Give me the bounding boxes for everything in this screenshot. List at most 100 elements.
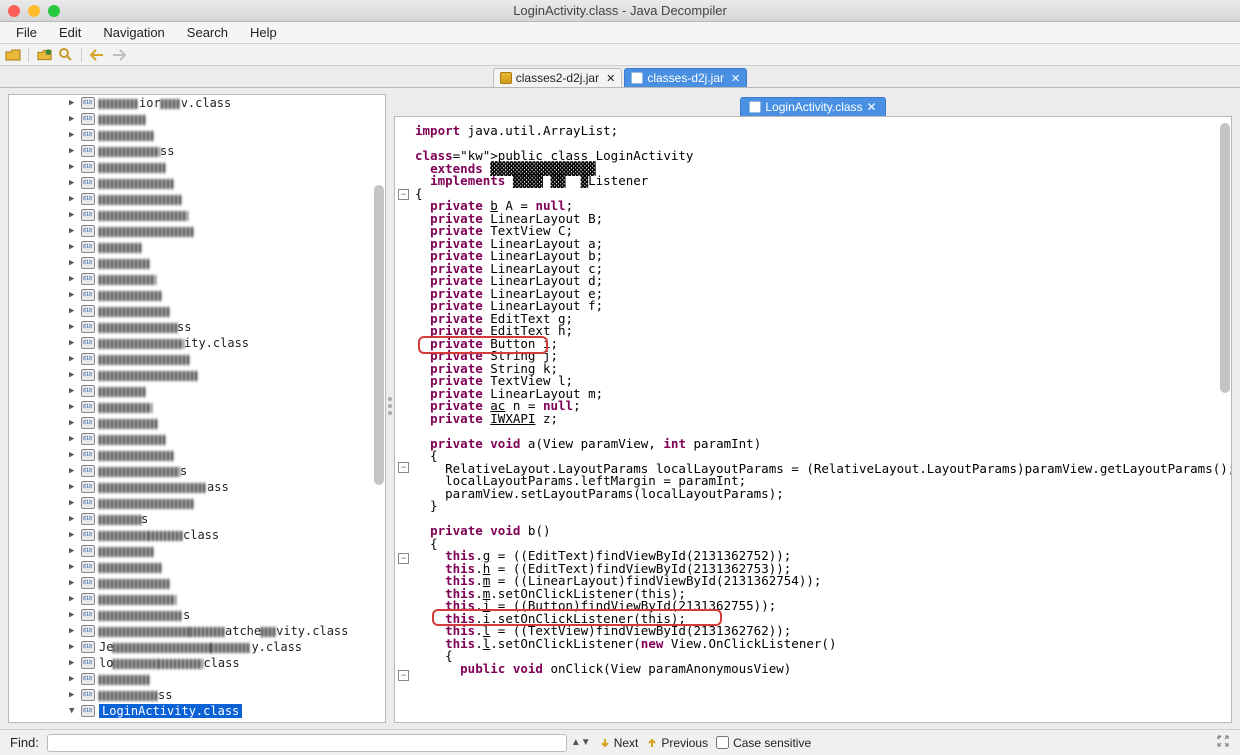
- tree-item[interactable]: ▶: [9, 271, 385, 287]
- tree-item[interactable]: ▶Jey.class: [9, 639, 385, 655]
- tree-item[interactable]: ▶: [9, 575, 385, 591]
- close-icon[interactable]: ✕: [606, 72, 615, 85]
- tree-item[interactable]: ▶: [9, 543, 385, 559]
- expand-arrow-icon[interactable]: ▶: [69, 658, 77, 668]
- expand-arrow-icon[interactable]: ▶: [69, 210, 77, 220]
- fold-toggle[interactable]: −: [398, 553, 409, 564]
- tree-item[interactable]: ▶ass: [9, 479, 385, 495]
- fold-toggle[interactable]: −: [398, 670, 409, 681]
- tree-item[interactable]: ▶loclass: [9, 655, 385, 671]
- tree-item[interactable]: ▶iorv.class: [9, 95, 385, 111]
- expand-arrow-icon[interactable]: ▶: [69, 242, 77, 252]
- package-tree[interactable]: ▶iorv.class▶▶▶ss▶▶▶▶▶▶▶▶▶▶▶ss▶ity.class▶…: [8, 94, 386, 723]
- menu-navigation[interactable]: Navigation: [93, 23, 174, 42]
- code-editor[interactable]: import java.util.ArrayList; class="kw">p…: [394, 116, 1232, 723]
- tree-item[interactable]: ▶: [9, 255, 385, 271]
- tree-item[interactable]: ▶: [9, 207, 385, 223]
- tree-item[interactable]: ▶s: [9, 607, 385, 623]
- expand-arrow-icon[interactable]: ▶: [69, 562, 77, 572]
- code-scrollbar[interactable]: [1220, 123, 1230, 393]
- expand-arrow-icon[interactable]: ▶: [69, 626, 77, 636]
- tree-item[interactable]: ▶: [9, 367, 385, 383]
- tree-item[interactable]: ▶ss: [9, 319, 385, 335]
- tree-item[interactable]: ▶: [9, 127, 385, 143]
- menu-search[interactable]: Search: [177, 23, 238, 42]
- menu-file[interactable]: File: [6, 23, 47, 42]
- tree-item[interactable]: ▶: [9, 223, 385, 239]
- jar-tab-classes2[interactable]: classes2-d2j.jar ✕: [493, 68, 623, 87]
- tree-item[interactable]: ▶ity.class: [9, 335, 385, 351]
- tree-item[interactable]: ▶: [9, 415, 385, 431]
- expand-arrow-icon[interactable]: ▶: [69, 594, 77, 604]
- expand-arrow-icon[interactable]: ▶: [69, 354, 77, 364]
- expand-arrow-icon[interactable]: ▶: [69, 98, 77, 108]
- source-code[interactable]: import java.util.ArrayList; class="kw">p…: [395, 117, 1231, 683]
- expand-arrow-icon[interactable]: ▶: [69, 498, 77, 508]
- expand-arrow-icon[interactable]: ▶: [69, 178, 77, 188]
- expand-arrow-icon[interactable]: ▶: [69, 226, 77, 236]
- tree-scrollbar[interactable]: [374, 185, 384, 485]
- search-icon[interactable]: [57, 46, 75, 64]
- tree-item[interactable]: ▶s: [9, 511, 385, 527]
- tree-item[interactable]: ▶: [9, 431, 385, 447]
- case-sensitive-toggle[interactable]: Case sensitive: [716, 736, 811, 750]
- expand-arrow-icon[interactable]: ▶: [69, 546, 77, 556]
- expand-arrow-icon[interactable]: ▶: [69, 386, 77, 396]
- expand-icon[interactable]: [1216, 734, 1230, 751]
- tree-item[interactable]: ▶: [9, 591, 385, 607]
- close-window-button[interactable]: [8, 5, 20, 17]
- minimize-window-button[interactable]: [28, 5, 40, 17]
- expand-arrow-icon[interactable]: ▶: [69, 322, 77, 332]
- tree-item[interactable]: ▶: [9, 111, 385, 127]
- find-next-button[interactable]: Next: [599, 736, 639, 750]
- expand-arrow-icon[interactable]: ▶: [69, 642, 77, 652]
- tree-item[interactable]: ▶atchevity.class: [9, 623, 385, 639]
- expand-arrow-icon[interactable]: ▶: [69, 466, 77, 476]
- find-input[interactable]: [47, 734, 567, 752]
- tree-item[interactable]: ▶ss: [9, 687, 385, 703]
- tree-item[interactable]: ▶: [9, 447, 385, 463]
- tree-item-selected[interactable]: ▼LoginActivity.class: [9, 703, 385, 719]
- expand-arrow-icon[interactable]: ▶: [69, 162, 77, 172]
- find-previous-button[interactable]: Previous: [646, 736, 708, 750]
- tree-item[interactable]: ▶: [9, 175, 385, 191]
- fold-toggle[interactable]: −: [398, 189, 409, 200]
- expand-arrow-icon[interactable]: ▶: [69, 194, 77, 204]
- fold-toggle[interactable]: −: [398, 462, 409, 473]
- expand-arrow-icon[interactable]: ▶: [69, 690, 77, 700]
- expand-arrow-icon[interactable]: ▶: [69, 418, 77, 428]
- close-icon[interactable]: ✕: [867, 100, 877, 114]
- tree-item[interactable]: ▶class: [9, 527, 385, 543]
- tree-item[interactable]: ▶: [9, 383, 385, 399]
- expand-arrow-icon[interactable]: ▶: [69, 114, 77, 124]
- menu-help[interactable]: Help: [240, 23, 287, 42]
- expand-arrow-icon[interactable]: ▶: [69, 674, 77, 684]
- expand-arrow-icon[interactable]: ▶: [69, 578, 77, 588]
- expand-arrow-icon[interactable]: ▶: [69, 130, 77, 140]
- tree-item[interactable]: ▶: [9, 159, 385, 175]
- expand-arrow-icon[interactable]: ▶: [69, 258, 77, 268]
- expand-arrow-icon[interactable]: ▶: [69, 290, 77, 300]
- tree-item[interactable]: ▶: [9, 495, 385, 511]
- expand-arrow-icon[interactable]: ▶: [69, 306, 77, 316]
- expand-arrow-icon[interactable]: ▶: [69, 434, 77, 444]
- expand-arrow-icon[interactable]: ▶: [69, 274, 77, 284]
- maximize-window-button[interactable]: [48, 5, 60, 17]
- expand-arrow-icon[interactable]: ▶: [69, 402, 77, 412]
- tree-item[interactable]: ▶: [9, 303, 385, 319]
- tree-item[interactable]: ▶: [9, 671, 385, 687]
- tree-item[interactable]: ▶: [9, 239, 385, 255]
- tree-item[interactable]: ▶: [9, 351, 385, 367]
- forward-icon[interactable]: [110, 46, 128, 64]
- collapse-arrow-icon[interactable]: ▼: [69, 706, 77, 716]
- tree-item[interactable]: ▶: [9, 559, 385, 575]
- expand-arrow-icon[interactable]: ▶: [69, 338, 77, 348]
- expand-arrow-icon[interactable]: ▶: [69, 610, 77, 620]
- tree-item[interactable]: ▶: [9, 191, 385, 207]
- expand-arrow-icon[interactable]: ▶: [69, 514, 77, 524]
- menu-edit[interactable]: Edit: [49, 23, 91, 42]
- tree-item[interactable]: ▶: [9, 399, 385, 415]
- panel-splitter[interactable]: [386, 88, 394, 729]
- case-sensitive-checkbox[interactable]: [716, 736, 729, 749]
- close-icon[interactable]: ✕: [731, 72, 740, 85]
